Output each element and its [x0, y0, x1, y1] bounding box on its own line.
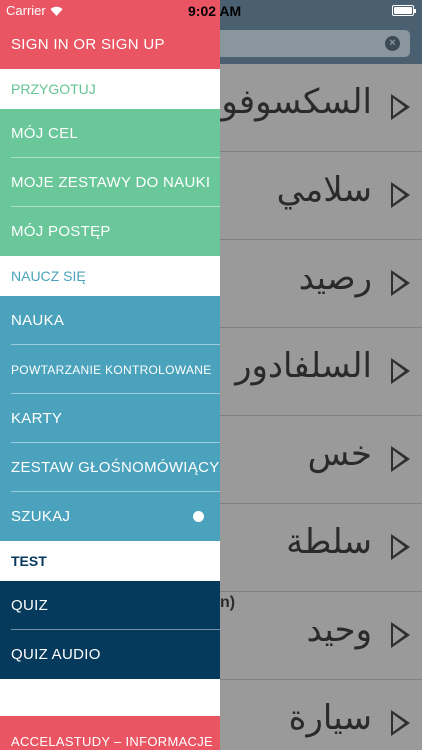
menu-item-my-progress[interactable]: MÓJ POSTĘP [0, 207, 220, 256]
play-icon[interactable] [391, 94, 410, 120]
word-row[interactable]: السلفادور [220, 328, 422, 416]
menu-item-search-label: SZUKAJ [11, 508, 71, 525]
arabic-word: سيارة [288, 698, 372, 738]
play-icon[interactable] [391, 358, 410, 384]
arabic-word: السلفادور [235, 346, 372, 386]
play-icon[interactable] [391, 710, 410, 736]
word-row[interactable]: رصيد [220, 240, 422, 328]
word-row[interactable]: وحيد [220, 592, 422, 680]
word-row[interactable]: سيارة [220, 680, 422, 750]
play-icon[interactable] [391, 622, 410, 648]
section-header-test: TEST [0, 541, 220, 581]
menu-item-about[interactable]: ACCELASTUDY – INFORMACJE [0, 716, 220, 750]
carrier: Carrier [6, 3, 63, 18]
status-bar: Carrier 9:02 AM [0, 0, 422, 22]
menu-item-spaced-repetition[interactable]: POWTARZANIE KONTROLOWANE [0, 345, 220, 394]
play-icon[interactable] [391, 270, 410, 296]
section-header-prepare: PRZYGOTUJ [0, 69, 220, 109]
navigation-drawer: SIGN IN OR SIGN UP PRZYGOTUJ MÓJ CEL MOJ… [0, 0, 220, 750]
menu-item-quiz[interactable]: QUIZ [0, 581, 220, 630]
menu-item-audio-quiz[interactable]: QUIZ AUDIO [0, 630, 220, 679]
menu-item-search[interactable]: SZUKAJ [0, 492, 220, 541]
word-row[interactable]: السكسوفون [196, 64, 422, 152]
play-icon[interactable] [391, 182, 410, 208]
menu-item-my-goal[interactable]: MÓJ CEL [0, 109, 220, 158]
arabic-word: رصيد [298, 258, 372, 298]
carrier-label: Carrier [6, 3, 46, 18]
play-icon[interactable] [391, 534, 410, 560]
word-row[interactable]: سلطة [220, 504, 422, 592]
word-row[interactable]: سلامي [220, 152, 422, 240]
wifi-icon [50, 6, 63, 16]
battery-level [394, 7, 412, 14]
arabic-word: سلطة [286, 522, 372, 562]
selected-indicator-icon [193, 511, 204, 522]
menu-item-flashcards[interactable]: KARTY [0, 394, 220, 443]
section-header-learn: NAUCZ SIĘ [0, 256, 220, 296]
menu-item-my-study-sets[interactable]: MOJE ZESTAWY DO NAUKI [0, 158, 220, 207]
menu-item-hands-free[interactable]: ZESTAW GŁOŚNOMÓWIĄCY [0, 443, 220, 492]
menu-item-learn[interactable]: NAUKA [0, 296, 220, 345]
battery-icon [392, 5, 416, 16]
arabic-word: خس [307, 434, 372, 474]
clear-icon[interactable]: × [385, 36, 400, 51]
arabic-word: السكسوفون [196, 82, 372, 122]
arabic-word: وحيد [306, 610, 372, 650]
arabic-word: سلامي [276, 170, 372, 210]
word-row[interactable]: خس [220, 416, 422, 504]
search-field[interactable]: × [200, 30, 410, 57]
clock: 9:02 AM [188, 3, 242, 19]
play-icon[interactable] [391, 446, 410, 472]
